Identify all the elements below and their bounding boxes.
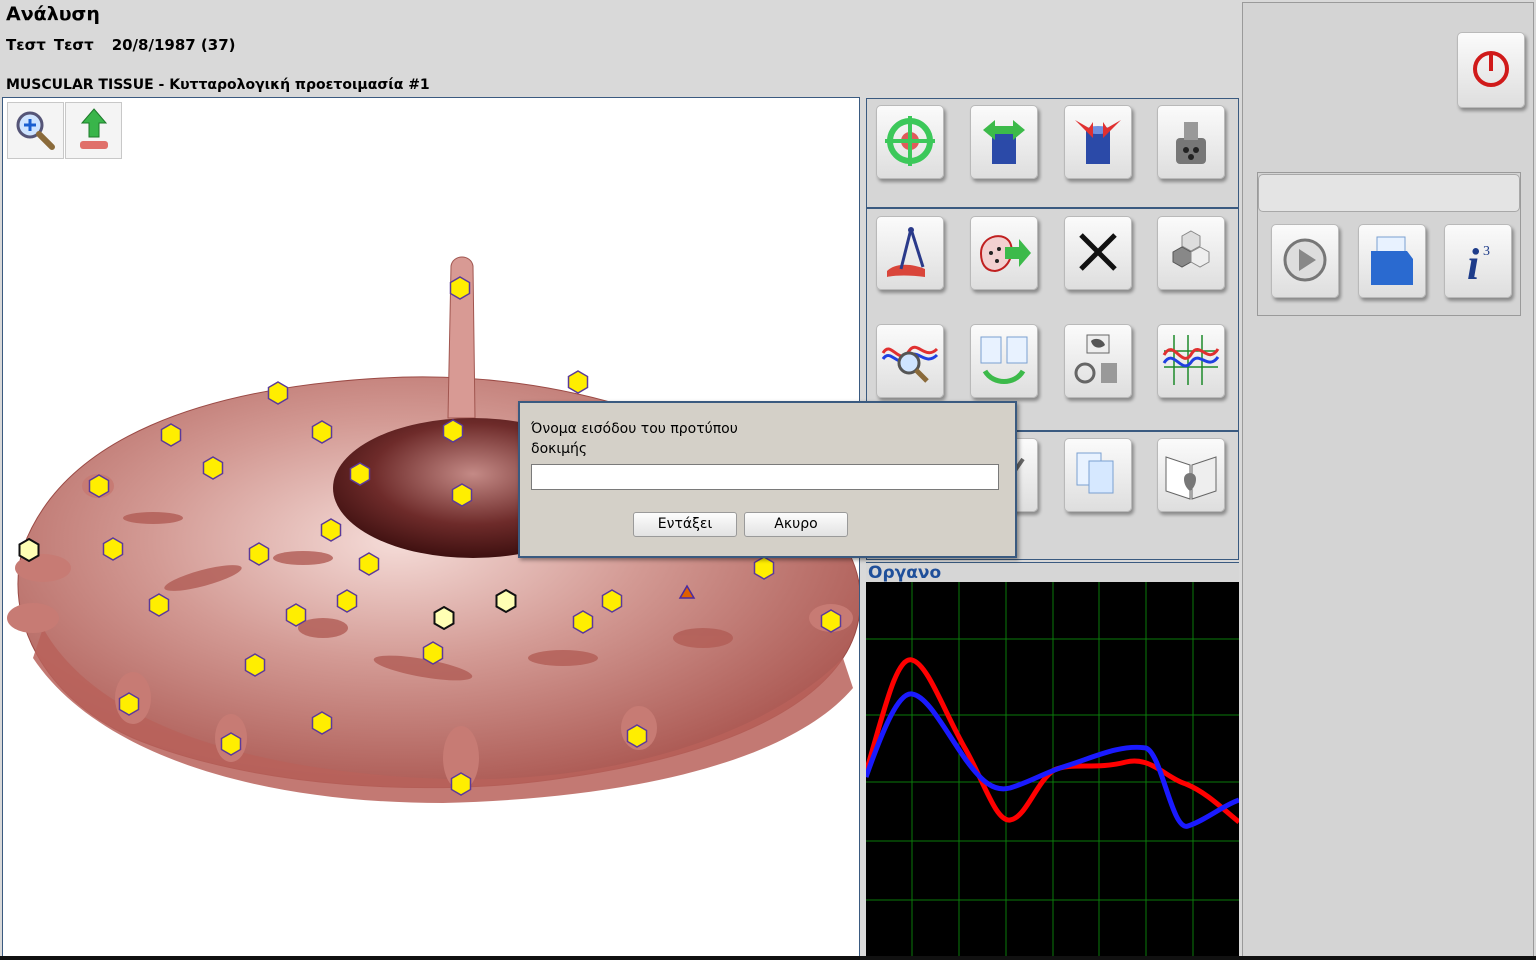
- cancel-button[interactable]: Ακυρο: [744, 512, 848, 537]
- mortar-button[interactable]: [1157, 105, 1225, 179]
- marker-point[interactable]: [450, 772, 472, 796]
- documents-icon: [1076, 452, 1114, 494]
- bottom-bar: [0, 956, 1536, 960]
- marker-point[interactable]: [820, 609, 842, 633]
- marker-point[interactable]: [202, 456, 224, 480]
- marker-point[interactable]: [451, 483, 473, 507]
- container-out-button[interactable]: [970, 105, 1038, 179]
- cell-transfer-button[interactable]: [970, 216, 1038, 290]
- folder-icon: [1371, 236, 1413, 285]
- dialog-prompt: Όνομα εισόδου του προτύπου δοκιμής: [531, 421, 738, 457]
- folder-button[interactable]: [1358, 224, 1426, 298]
- marker-point[interactable]: [102, 537, 124, 561]
- target-icon: [885, 116, 935, 166]
- upload-icon: [80, 108, 108, 149]
- marker-point[interactable]: [160, 423, 182, 447]
- patient-info: Τεστ Τεστ 20/8/1987 (37): [6, 36, 244, 54]
- marker-point[interactable]: [311, 420, 333, 444]
- wave-search-button[interactable]: [876, 324, 944, 398]
- patient-dob: 20/8/1987 (37): [111, 36, 236, 54]
- documents-button[interactable]: [1064, 438, 1132, 512]
- marker-point-selected[interactable]: [18, 537, 40, 563]
- mortar-icon: [1176, 122, 1206, 164]
- svg-text:3: 3: [1483, 244, 1490, 259]
- container-in-button[interactable]: [1064, 105, 1132, 179]
- info-icon: i 3: [1467, 240, 1490, 289]
- marker-point[interactable]: [422, 641, 444, 665]
- tool-divider-1: [867, 207, 1238, 209]
- upload-button[interactable]: [65, 102, 122, 159]
- book-heart-icon: [1165, 456, 1217, 500]
- wave-search-icon: [881, 345, 939, 383]
- marker-point[interactable]: [449, 276, 471, 300]
- template-name-input[interactable]: [531, 464, 999, 490]
- marker-point[interactable]: [442, 419, 464, 443]
- compass-button[interactable]: [876, 216, 944, 290]
- app-title: Ανάλυση: [6, 3, 100, 25]
- marker-point[interactable]: [285, 603, 307, 627]
- marker-point[interactable]: [118, 692, 140, 716]
- patient-first-name: Τεστ: [6, 36, 46, 54]
- marker-point[interactable]: [601, 589, 623, 613]
- marker-point[interactable]: [267, 381, 289, 405]
- ok-button[interactable]: Εντάξει: [633, 512, 737, 537]
- marker-point[interactable]: [626, 724, 648, 748]
- target-button[interactable]: [876, 105, 944, 179]
- hexagons-icon: [1172, 230, 1210, 268]
- book-heart-button[interactable]: [1157, 438, 1225, 512]
- marker-point[interactable]: [358, 552, 380, 576]
- marker-point[interactable]: [753, 556, 775, 580]
- instrument-graph: [866, 582, 1239, 960]
- power-icon: [1473, 51, 1509, 87]
- play-icon: [1283, 238, 1327, 282]
- marker-point-selected[interactable]: [495, 588, 517, 614]
- marker-point[interactable]: [88, 474, 110, 498]
- organ-container-button[interactable]: [1064, 324, 1132, 398]
- marker-point[interactable]: [336, 589, 358, 613]
- patient-last-name: Τεστ: [53, 36, 94, 54]
- organ-container-icon: [1074, 334, 1117, 384]
- info-button[interactable]: i 3: [1444, 224, 1512, 298]
- waveform-grid-icon: [1162, 335, 1220, 385]
- play-button[interactable]: [1271, 224, 1339, 298]
- right-display-field: [1258, 174, 1520, 212]
- cell-transfer-icon: [979, 235, 1031, 273]
- marker-point[interactable]: [220, 732, 242, 756]
- tissue-title: MUSCULAR TISSUE - Κυτταρολογική προετοιμ…: [6, 77, 430, 93]
- waveform-chart: [866, 582, 1239, 960]
- marker-point[interactable]: [248, 542, 270, 566]
- marker-point[interactable]: [148, 593, 170, 617]
- delete-button[interactable]: [1064, 216, 1132, 290]
- marker-point[interactable]: [244, 653, 266, 677]
- input-dialog: Όνομα εισόδου του προτύπου δοκιμής Εντάξ…: [518, 401, 1017, 558]
- hexagons-button[interactable]: [1157, 216, 1225, 290]
- instrument-label: Οργανο: [866, 562, 1239, 583]
- marker-point-selected[interactable]: [433, 605, 455, 631]
- waveform-grid-button[interactable]: [1157, 324, 1225, 398]
- marker-point[interactable]: [567, 370, 589, 394]
- svg-text:i: i: [1467, 240, 1480, 289]
- close-icon: [1079, 233, 1117, 271]
- documents-refresh-icon: [980, 336, 1028, 384]
- power-button[interactable]: [1457, 32, 1525, 108]
- container-in-icon: [1075, 120, 1121, 164]
- zoom-in-button[interactable]: [7, 102, 64, 159]
- marker-point[interactable]: [311, 711, 333, 735]
- documents-refresh-button[interactable]: [970, 324, 1038, 398]
- right-panel: [1242, 2, 1534, 957]
- zoom-in-icon: [16, 111, 55, 150]
- compass-icon: [887, 227, 925, 277]
- marker-point[interactable]: [320, 518, 342, 542]
- container-out-icon: [983, 120, 1025, 164]
- marker-point[interactable]: [349, 462, 371, 486]
- marker-point[interactable]: [572, 610, 594, 634]
